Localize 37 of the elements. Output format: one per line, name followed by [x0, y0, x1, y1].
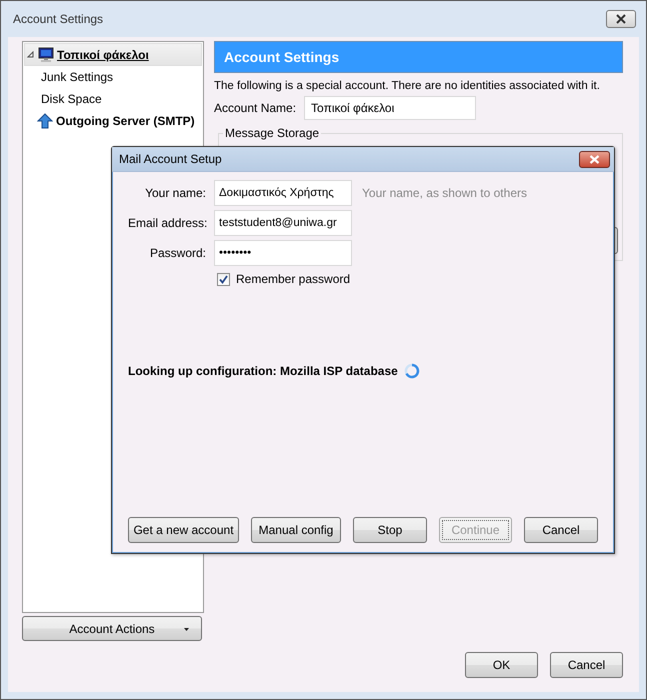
dialog-button[interactable]: Get a new account: [128, 517, 239, 543]
dialog-button[interactable]: Cancel: [550, 652, 623, 678]
field-label: Email address:: [128, 216, 206, 230]
close-icon: [589, 154, 600, 164]
hint-text: Your name, as shown to others: [361, 186, 528, 200]
account-actions-button[interactable]: Account Actions: [22, 616, 202, 641]
tree-item[interactable]: Disk Space: [24, 88, 202, 110]
close-button[interactable]: [606, 10, 636, 28]
field-label: Your name:: [144, 186, 206, 200]
dialog-title: Mail Account Setup: [119, 152, 222, 166]
close-icon: [615, 14, 627, 24]
checkbox-label[interactable]: Remember password: [236, 272, 350, 286]
account-name-field[interactable]: Τοπικοί φάκελοι: [304, 96, 476, 120]
expander-icon[interactable]: [27, 51, 34, 58]
upload-arrow-icon: [37, 112, 53, 128]
group-title: Message Storage: [223, 126, 322, 140]
caret-icon: [184, 628, 189, 631]
field-label: Account Name:: [214, 101, 296, 115]
dialog-button[interactable]: Stop: [353, 517, 427, 543]
dialog-button[interactable]: Cancel: [524, 517, 598, 543]
spinner-icon: [404, 363, 420, 379]
computer-icon: [38, 46, 54, 62]
field-label: Password:: [148, 246, 206, 260]
checkbox[interactable]: [217, 272, 230, 286]
tree-item[interactable]: Τοπικοί φάκελοι: [24, 43, 202, 66]
window-title: Account Settings: [13, 12, 104, 26]
panel-header: Account Settings: [214, 41, 623, 73]
description-text: The following is a special account. There are no identities associated with it.: [214, 80, 601, 92]
input-field[interactable]: teststudent8@uniwa.gr: [214, 210, 352, 236]
input-field[interactable]: ••••••••: [214, 240, 352, 266]
tree-item[interactable]: Outgoing Server (SMTP): [24, 110, 202, 131]
input-field[interactable]: Δοκιμαστικός Χρήστης: [214, 180, 352, 206]
dialog-button[interactable]: OK: [465, 652, 538, 678]
close-button[interactable]: [579, 150, 610, 168]
tree-item[interactable]: Junk Settings: [24, 66, 202, 88]
dialog-button[interactable]: Manual config: [251, 517, 341, 543]
status-text: Looking up configuration: Mozilla ISP database: [128, 364, 398, 378]
